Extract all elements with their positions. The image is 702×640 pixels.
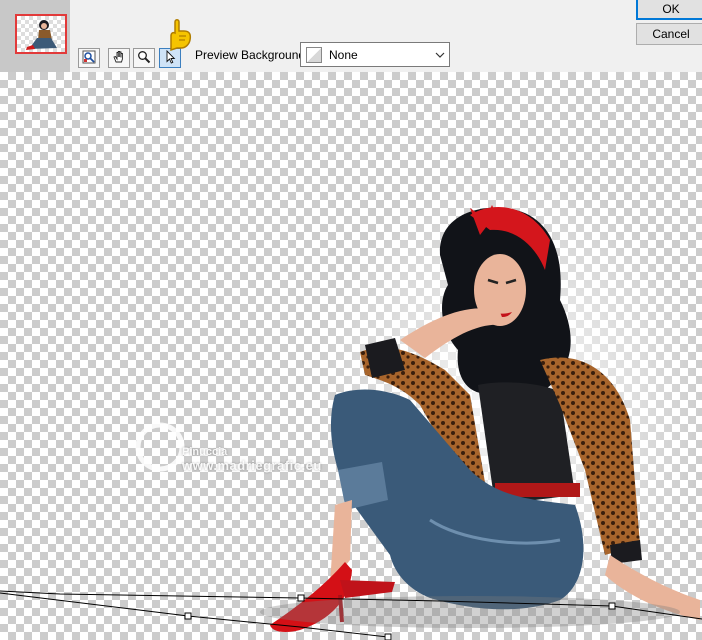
pan-button[interactable] [108,48,130,68]
toolbar: Preview Background: None OK Cancel [0,0,702,72]
watermark-line2: www.madriegrafic.eu [182,458,322,473]
mesh-handle [608,602,616,610]
magnifier-icon [137,50,151,67]
cancel-button[interactable]: Cancel [636,23,702,45]
hand-icon [112,50,126,67]
mesh-handle [184,612,192,620]
mesh-handle [297,594,305,602]
navigator-panel [0,0,70,72]
thumbnail-figure [26,20,57,50]
zoom-fit-button[interactable] [78,48,100,68]
mesh-handle [384,633,392,640]
zoom-fit-icon [82,50,96,67]
chevron-down-icon [431,43,449,66]
zoom-button[interactable] [133,48,155,68]
shoe-right [340,580,395,598]
preview-background-select[interactable]: None [300,42,450,67]
preview-background-value: None [329,47,358,62]
preview-background-label: Preview Background: [195,48,309,62]
watermark-logo-icon [135,422,185,472]
background-swatch-icon [306,46,322,63]
ok-button[interactable]: OK [636,0,702,20]
annotation-hand-icon [164,14,194,55]
preview-canvas[interactable]: Pinuccia www.madriegrafic.eu [0,72,702,640]
watermark: Pinuccia www.madriegrafic.eu [182,446,322,472]
navigator-thumbnail[interactable] [15,14,67,54]
preview-artwork [0,170,702,640]
